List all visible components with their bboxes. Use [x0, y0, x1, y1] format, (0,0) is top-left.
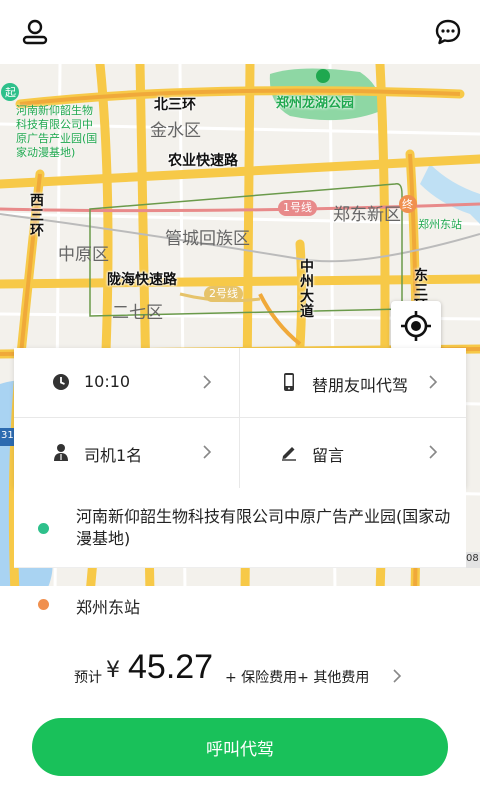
end-dot — [38, 599, 49, 610]
call-driver-button[interactable]: 呼叫代驾 — [32, 718, 448, 776]
metro-label-2: 2号线 — [204, 286, 243, 302]
chevron-right-icon — [203, 375, 212, 389]
end-poi-label: 郑州东站 — [418, 218, 462, 231]
district-label-guancheng: 管城回族区 — [165, 229, 250, 249]
district-label-jinshui: 金水区 — [150, 121, 201, 141]
district-label-erqi: 二七区 — [112, 303, 163, 323]
end-address: 郑州东站 — [76, 598, 141, 617]
metro-label-1: 1号线 — [278, 200, 317, 216]
start-badge: 起 — [5, 86, 16, 99]
time-value: 10:10 — [84, 372, 131, 391]
end-address-row[interactable]: 郑州东站 — [0, 586, 480, 626]
edge-label-08: 08 — [466, 553, 479, 564]
drivers-label: 司机1名 — [84, 446, 143, 465]
district-label-zhongyuan: 中原区 — [58, 245, 109, 265]
bottom-panel: 郑州东站 预计 ¥ 45.27 + 保险费用+ 其他费用 呼叫代驾 — [0, 586, 480, 800]
price-amount: 45.27 — [128, 648, 214, 686]
drivers-option[interactable]: 司机1名 — [14, 418, 240, 488]
time-option[interactable]: 10:10 — [14, 348, 240, 418]
price-prefix: 预计 — [74, 670, 102, 686]
chevron-right-icon — [393, 669, 402, 683]
price-extra-fees: + 保险费用+ 其他费用 — [225, 670, 370, 686]
start-poi-label: 河南新仰韶生物科技有限公司中原广告产业园(国家动漫基地) — [16, 104, 98, 159]
edge-label-31: 31 — [1, 430, 14, 441]
start-address: 河南新仰韶生物科技有限公司中原广告产业园(国家动漫基地) — [76, 507, 451, 548]
top-bar — [0, 0, 480, 64]
road-label-north3ring: 北三环 — [154, 97, 196, 113]
profile-button[interactable] — [17, 14, 53, 50]
chevron-right-icon — [203, 445, 212, 459]
road-label-nongye: 农业快速路 — [168, 153, 238, 169]
road-label-longhai: 陇海快速路 — [107, 272, 177, 288]
clock-icon — [53, 374, 69, 390]
phone-icon — [284, 373, 294, 391]
end-badge: 终 — [402, 198, 413, 211]
start-dot — [38, 523, 49, 534]
start-address-row[interactable]: 河南新仰韶生物科技有限公司中原广告产业园(国家动漫基地) — [14, 488, 466, 568]
price-estimate[interactable]: 预计 ¥ 45.27 + 保险费用+ 其他费用 — [0, 646, 480, 696]
chevron-right-icon — [429, 375, 438, 389]
chevron-right-icon — [429, 445, 438, 459]
user-icon — [22, 19, 48, 45]
message-option[interactable]: 留言 — [240, 418, 466, 488]
messages-button[interactable] — [430, 14, 466, 50]
message-label: 留言 — [312, 446, 345, 465]
district-label-zhengdong: 郑东新区 — [333, 205, 401, 225]
chat-bubble-icon — [435, 19, 461, 45]
locate-button[interactable] — [391, 301, 441, 351]
pencil-icon — [282, 447, 296, 461]
proxy-call-label: 替朋友叫代驾 — [312, 376, 409, 395]
call-driver-label: 呼叫代驾 — [206, 739, 274, 760]
park-label: 郑州龙湖公园 — [276, 96, 355, 111]
price-currency: ¥ — [106, 658, 120, 683]
road-label-west3ring: 西三环 — [30, 193, 44, 239]
proxy-call-option[interactable]: 替朋友叫代驾 — [240, 348, 466, 418]
driver-icon — [54, 444, 68, 461]
trip-options-panel: 10:10 替朋友叫代驾 司机1名 留言 — [14, 348, 466, 488]
crosshair-icon — [401, 311, 431, 341]
road-label-zhongzhou: 中州大道 — [300, 259, 314, 320]
